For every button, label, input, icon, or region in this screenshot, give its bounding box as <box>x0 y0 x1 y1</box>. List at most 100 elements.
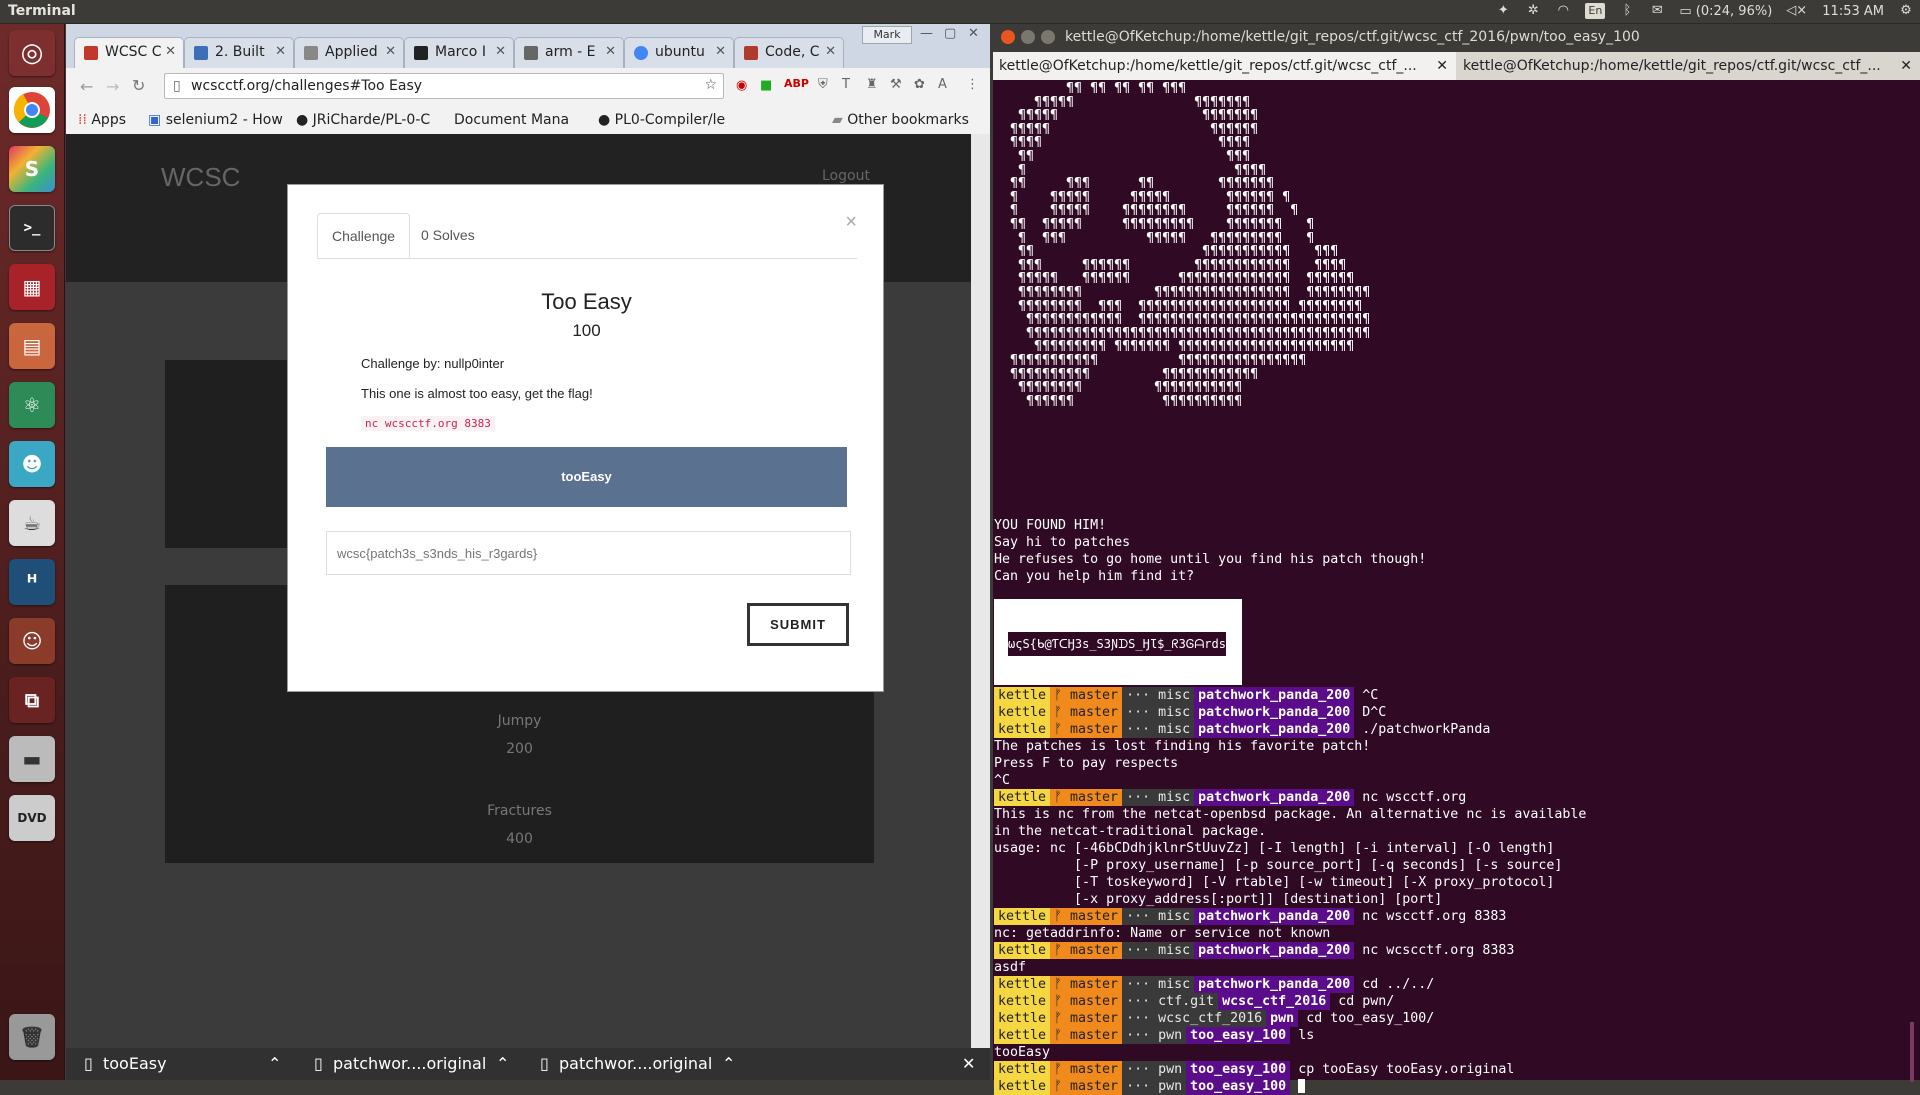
battery-indicator[interactable]: ▭ (0:24, 96%) <box>1679 4 1772 19</box>
session-gear-icon[interactable]: ⚙ <box>1898 3 1914 19</box>
chevron-up-icon[interactable]: ⌃ <box>722 1054 735 1073</box>
tab-close-icon[interactable]: ✕ <box>605 44 616 59</box>
forward-icon[interactable]: → <box>106 77 119 96</box>
tab-close-icon[interactable]: ✕ <box>165 44 176 59</box>
tab-solves[interactable]: 0 Solves <box>407 213 489 258</box>
remote-desktop-icon[interactable]: ▦ <box>9 264 55 310</box>
challenge-card[interactable]: Fractures 400 <box>165 765 874 863</box>
clock[interactable]: 11:53 AM <box>1822 4 1884 19</box>
chevron-up-icon[interactable]: ⌃ <box>268 1054 281 1073</box>
tab-challenge[interactable]: Challenge <box>317 213 411 258</box>
extension-shield-icon[interactable]: ⛨ <box>818 77 828 92</box>
tab-close-icon[interactable]: ✕ <box>495 44 506 59</box>
extension-tool-icon[interactable]: ⚒ <box>890 77 902 92</box>
tab-close-icon[interactable]: ✕ <box>1436 52 1448 80</box>
back-icon[interactable]: ← <box>80 77 93 96</box>
logout-link[interactable]: Logout <box>822 168 870 184</box>
settings-gear-icon[interactable]: ✲ <box>1525 3 1541 19</box>
mail-icon[interactable]: ✉ <box>1649 3 1665 19</box>
tab-close-icon[interactable]: ✕ <box>275 44 286 59</box>
page-scrollbar[interactable] <box>971 134 990 1048</box>
bookmark-item[interactable]: Document Mana <box>454 112 569 128</box>
terminal-output[interactable]: ¶¶ ¶¶ ¶¶ ¶¶ ¶¶¶ ¶¶¶¶¶ ¶¶¶¶¶¶¶ ¶¶¶¶¶ ¶¶¶¶… <box>994 82 1914 1095</box>
extension-opera-icon[interactable]: ◉ <box>736 78 747 93</box>
game-icon[interactable]: ☻ <box>9 441 55 487</box>
challenge-name: Jumpy <box>497 713 542 729</box>
disk-icon[interactable]: ▬ <box>9 736 55 782</box>
bookmark-apps[interactable]: ⁞⁞ Apps <box>78 112 126 128</box>
extension-a-icon[interactable]: A <box>938 77 947 92</box>
site-title[interactable]: WCSC <box>161 162 240 193</box>
extension-t-icon[interactable]: T <box>842 77 850 92</box>
bookmark-item[interactable]: ▣ selenium2 - How <box>148 112 283 128</box>
close-window-icon[interactable] <box>1001 30 1015 44</box>
tab-close-icon[interactable]: ✕ <box>715 44 726 59</box>
adblock-icon[interactable]: ABP <box>784 77 809 90</box>
modal-close-icon[interactable]: × <box>845 211 857 234</box>
browser-tab[interactable]: 2. Built ✕ <box>184 37 294 68</box>
ascii-art-line: ¶¶¶¶¶ ¶¶¶¶¶¶ <box>994 121 1259 137</box>
maximize-icon[interactable] <box>1041 30 1055 44</box>
prompt-current-dir: patchwork_panda_200 <box>1194 942 1355 959</box>
ubuntu-dash-icon[interactable]: ◎ <box>9 30 55 76</box>
prompt-current-dir: too_easy_100 <box>1186 1027 1291 1044</box>
tab-label: Marco I <box>435 44 486 60</box>
bookmark-star-icon[interactable]: ☆ <box>704 77 717 93</box>
bookmark-item[interactable]: ● PL0-Compiler/le <box>598 112 725 128</box>
terminal-icon[interactable]: >_ <box>9 205 55 251</box>
reload-icon[interactable]: ↻ <box>132 76 145 95</box>
bookmark-item[interactable]: ● JRiCharde/PL-0-C <box>296 112 430 128</box>
extension-ghost-icon[interactable]: ♜ <box>866 77 878 92</box>
chevron-up-icon[interactable]: ⌃ <box>496 1054 509 1073</box>
output-line: He refuses to go home until you find his… <box>994 552 1427 567</box>
chrome-icon[interactable] <box>9 87 55 133</box>
tab-close-icon[interactable]: ✕ <box>385 44 396 59</box>
bluetooth-icon[interactable]: ᛒ <box>1619 3 1635 19</box>
download-item[interactable]: ▯ patchwor....original <box>314 1054 486 1073</box>
minimize-icon[interactable]: — <box>920 26 933 41</box>
terminal-scrollbar[interactable] <box>1910 1022 1914 1082</box>
minimize-icon[interactable] <box>1021 30 1035 44</box>
browser-tab[interactable]: Marco I ✕ <box>404 37 514 68</box>
slack-icon[interactable]: S <box>9 146 55 192</box>
wifi-icon[interactable]: ◠ <box>1555 3 1571 19</box>
texstudio-icon[interactable]: ᴴ <box>9 559 55 605</box>
download-file-button[interactable]: tooEasy <box>326 447 847 507</box>
prompt-current-dir: patchwork_panda_200 <box>1194 704 1355 721</box>
files-icon[interactable]: ▤ <box>9 323 55 369</box>
other-bookmarks[interactable]: ▰ Other bookmarks <box>832 112 969 128</box>
trash-icon[interactable]: 🗑 <box>9 1014 55 1060</box>
chrome-menu-icon[interactable]: ⋮ <box>966 77 979 92</box>
prompt-user: kettle <box>994 976 1051 993</box>
close-window-icon[interactable]: ✕ <box>968 26 979 41</box>
extension-bulb-icon[interactable]: ✿ <box>914 77 925 92</box>
keyboard-lang-indicator[interactable]: En <box>1585 3 1606 19</box>
workspace-switcher-icon[interactable]: ⧉ <box>9 677 55 723</box>
tab-favicon-icon <box>744 46 758 60</box>
flag-input[interactable] <box>326 531 851 575</box>
user-avatar-icon[interactable]: ☺ <box>9 618 55 664</box>
tab-close-icon[interactable]: ✕ <box>1900 52 1912 80</box>
extension-green-icon[interactable]: ■ <box>760 78 772 93</box>
page-info-icon[interactable]: ▯ <box>173 78 181 94</box>
download-item[interactable]: ▯ patchwor....original <box>540 1054 712 1073</box>
browser-tab[interactable]: WCSC C ✕ <box>74 37 184 68</box>
atom-icon[interactable]: ⚛ <box>9 382 55 428</box>
browser-tab[interactable]: Code, C ✕ <box>734 37 844 68</box>
tab-close-icon[interactable]: ✕ <box>825 44 836 59</box>
volume-muted-icon[interactable]: ◁× <box>1786 3 1807 19</box>
java-icon[interactable]: ☕ <box>9 500 55 546</box>
browser-tab[interactable]: Applied ✕ <box>294 37 404 68</box>
address-bar[interactable]: ▯ wcscctf.org/challenges#Too Easy ☆ <box>164 73 724 99</box>
download-bar-close-icon[interactable]: ✕ <box>962 1054 975 1073</box>
browser-tab[interactable]: ubuntu ✕ <box>624 37 734 68</box>
dropbox-icon[interactable]: ✦ <box>1495 3 1511 19</box>
terminal-tab[interactable]: kettle@OfKetchup:/home/kettle/git_repos/… <box>1457 52 1920 80</box>
browser-tab[interactable]: arm - E ✕ <box>514 37 624 68</box>
dvd-icon[interactable]: DVD <box>9 795 55 841</box>
terminal-tab[interactable]: kettle@OfKetchup:/home/kettle/git_repos/… <box>993 52 1456 80</box>
profile-badge[interactable]: Mark <box>862 26 912 44</box>
download-item[interactable]: ▯ tooEasy <box>84 1054 167 1073</box>
maximize-icon[interactable]: ▢ <box>944 26 956 41</box>
submit-button[interactable]: SUBMIT <box>747 603 849 646</box>
